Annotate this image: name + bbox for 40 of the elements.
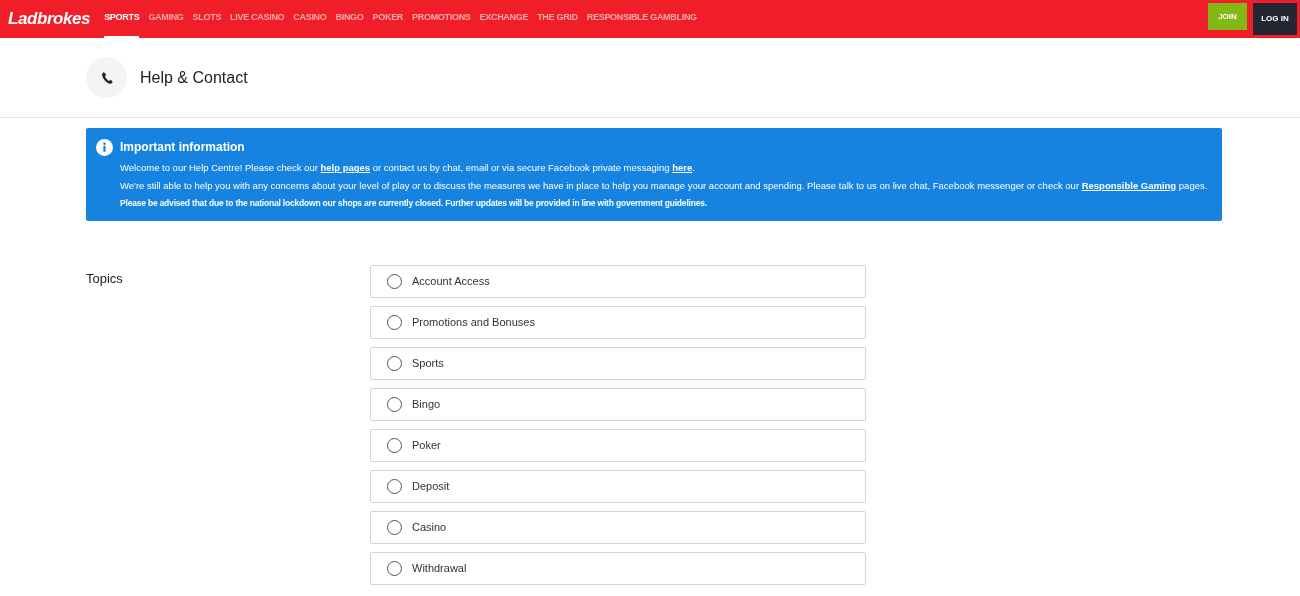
option-label: Promotions and Bonuses (412, 315, 535, 331)
option-label: Withdrawal (412, 561, 467, 577)
option-label: Sports (412, 356, 444, 372)
nav-link[interactable]: THE GRID (537, 0, 578, 38)
banner-text: We're still able to help you with any concerns about your level of play or to discuss the measures we have in place to help you manage your account and spending. Please talk to us on live chat, Facebook messenger or check our Responsible Gaming pages. (120, 179, 1208, 193)
nav-link[interactable]: CASINO (293, 0, 327, 38)
topic-option[interactable]: Bingo (370, 388, 866, 421)
topic-option[interactable]: Casino (370, 511, 866, 544)
nav-link[interactable]: RESPONSIBLE GAMBLING (586, 0, 697, 38)
nav-link[interactable]: SLOTS (192, 0, 222, 38)
nav-link[interactable]: LIVE CASINO (230, 0, 285, 38)
topic-option[interactable]: Withdrawal (370, 552, 866, 585)
banner-title: Important information (120, 139, 246, 156)
banner-text: Welcome to our Help Centre! Please check our help pages or contact us by chat, email or via secure Facebook private messaging here. (120, 161, 696, 175)
topics-label: Topics (86, 270, 124, 288)
page-title: Help & Contact (140, 67, 248, 88)
nav-link[interactable]: POKER (372, 0, 404, 38)
option-label: Deposit (412, 479, 450, 495)
nav-link[interactable]: GAMING (148, 0, 184, 38)
option-label: Casino (412, 520, 447, 536)
topic-option[interactable]: Account Access (370, 265, 866, 298)
logo[interactable]: Ladbrokes (8, 6, 91, 32)
nav-link[interactable]: BINGO (335, 0, 364, 38)
option-label: Account Access (412, 274, 490, 290)
phone-icon (86, 57, 127, 98)
text-link[interactable]: help pages (320, 162, 371, 173)
topic-option[interactable]: Poker (370, 429, 866, 462)
login-button[interactable]: LOG IN (1253, 3, 1297, 35)
join-button[interactable]: JOIN (1208, 3, 1247, 30)
nav-link[interactable]: PROMOTIONS (412, 0, 471, 38)
text-link[interactable]: Responsible Gaming (1081, 180, 1177, 191)
info-icon (96, 139, 113, 156)
nav-link[interactable]: EXCHANGE (479, 0, 529, 38)
nav-link[interactable]: SPORTS (104, 0, 140, 38)
option-label: Poker (412, 438, 441, 454)
topic-option[interactable]: Promotions and Bonuses (370, 306, 866, 339)
banner-notice: Please be advised that due to the national lockdown our shops are currently closed. Further updates will be provided in line with government guidelines. (120, 197, 708, 210)
topic-option[interactable]: Deposit (370, 470, 866, 503)
option-label: Bingo (412, 397, 441, 413)
topic-option[interactable]: Sports (370, 347, 866, 380)
